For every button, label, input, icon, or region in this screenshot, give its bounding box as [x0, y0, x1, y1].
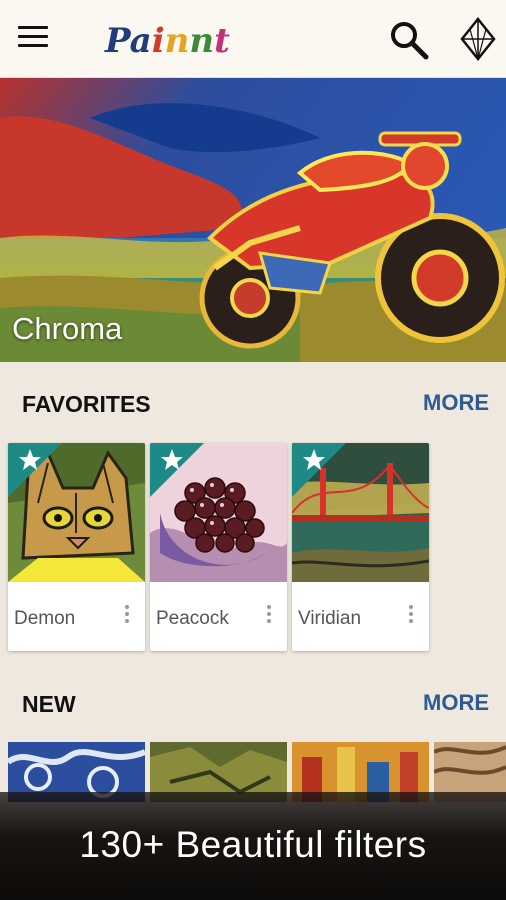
favorite-star-icon [8, 443, 62, 497]
featured-filter-banner[interactable]: Chroma [0, 78, 506, 362]
filter-name: Viridian [298, 608, 362, 629]
filter-name: Demon [14, 608, 76, 629]
new-more-link[interactable]: MORE [423, 690, 489, 716]
promo-text: 130+ Beautiful filters [79, 824, 427, 865]
favorites-section-title: FAVORITES [22, 391, 151, 417]
search-icon[interactable] [387, 18, 431, 62]
app-toolbar: Painnt [0, 0, 506, 78]
filter-name: Peacock [156, 608, 229, 629]
filter-card-viridian[interactable]: Viridian [292, 443, 429, 651]
more-options-icon[interactable] [401, 603, 421, 629]
diamond-icon[interactable] [458, 15, 498, 63]
svg-text:Painnt: Painnt [104, 21, 230, 61]
hamburger-menu-icon[interactable] [18, 26, 48, 52]
app-logo: Painnt [104, 21, 230, 61]
featured-filter-title: Chroma [12, 311, 123, 346]
filter-card-demon[interactable]: Demon [8, 443, 145, 651]
favorite-star-icon [150, 443, 204, 497]
more-options-icon[interactable] [259, 603, 279, 629]
favorites-more-link[interactable]: MORE [423, 390, 489, 416]
new-section-title: NEW [22, 691, 76, 717]
promo-banner: 130+ Beautiful filters [0, 792, 506, 900]
favorite-star-icon [292, 443, 346, 497]
filter-card-peacock[interactable]: Peacock [150, 443, 287, 651]
more-options-icon[interactable] [117, 603, 137, 629]
